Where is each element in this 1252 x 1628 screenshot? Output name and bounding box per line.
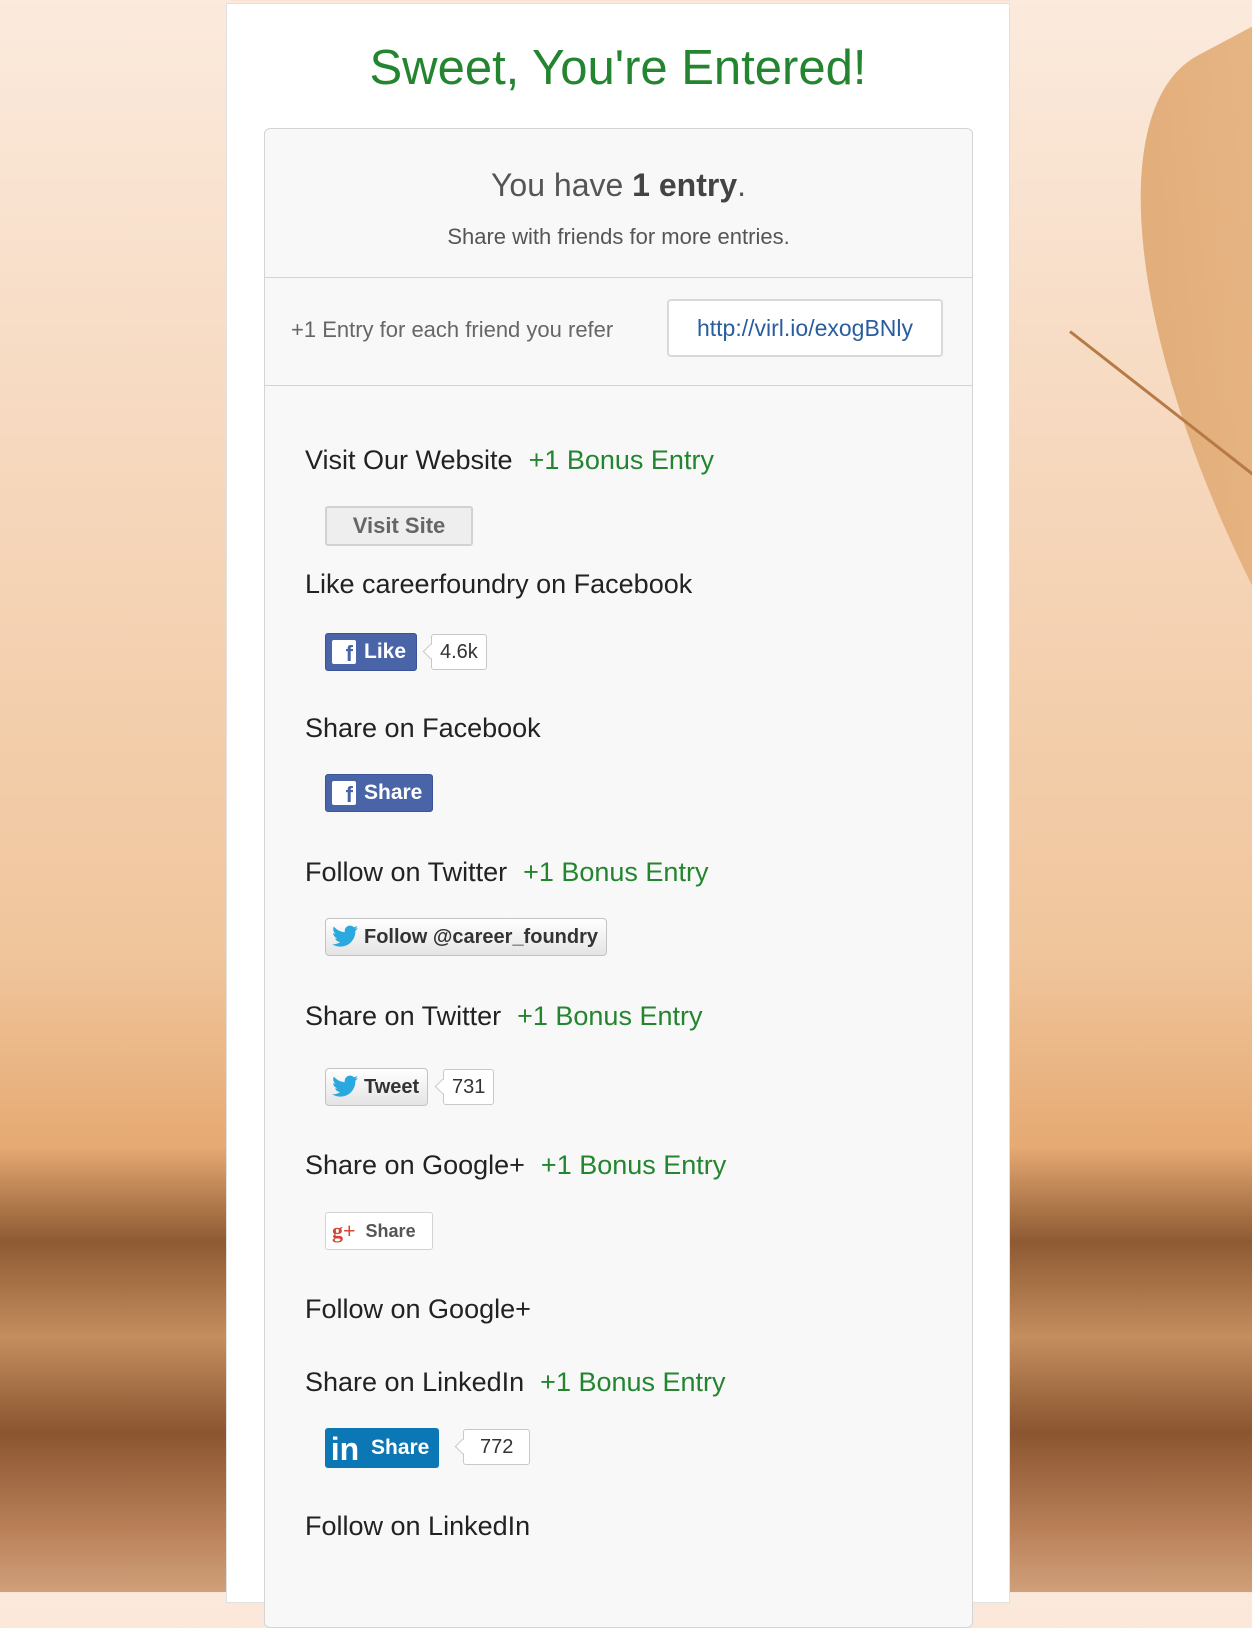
bonus-entry: +1 Bonus Entry bbox=[528, 445, 714, 475]
action-title: Share on Facebook bbox=[305, 713, 541, 743]
action-title: Share on Google+ bbox=[305, 1150, 525, 1180]
twitter-follow-button[interactable]: Follow @career_foundry bbox=[325, 918, 607, 956]
referral-row: +1 Entry for each friend you refer http:… bbox=[265, 277, 972, 386]
visit-site-button[interactable]: Visit Site bbox=[325, 506, 473, 546]
action-googleplus-share-label: Share on Google+ +1 Bonus Entry bbox=[305, 1150, 726, 1181]
entries-panel: You have 1 entry. Share with friends for… bbox=[264, 128, 973, 1628]
facebook-like-button[interactable]: f Like bbox=[325, 633, 418, 671]
twitter-bird-icon bbox=[332, 1075, 358, 1097]
page-title: Sweet, You're Entered! bbox=[369, 41, 867, 95]
action-googleplus-follow-label: Follow on Google+ bbox=[305, 1294, 531, 1325]
referral-link-field[interactable]: http://virl.io/exogBNly bbox=[667, 299, 943, 357]
google-plus-icon: g+ bbox=[332, 1218, 356, 1243]
linkedin-share-button[interactable]: in Share bbox=[325, 1428, 440, 1468]
action-title: Follow on Twitter bbox=[305, 857, 508, 887]
action-facebook-share-label: Share on Facebook bbox=[305, 713, 541, 744]
tweet-button[interactable]: Tweet bbox=[325, 1068, 429, 1106]
action-title: Follow on LinkedIn bbox=[305, 1511, 531, 1541]
entry-count-line: You have 1 entry. bbox=[265, 167, 972, 204]
facebook-icon: f bbox=[332, 781, 356, 805]
entry-count: 1 entry bbox=[632, 167, 738, 203]
action-title: Visit Our Website bbox=[305, 445, 513, 475]
action-linkedin-follow-label: Follow on LinkedIn bbox=[305, 1511, 530, 1542]
twitter-bird-icon bbox=[332, 925, 358, 947]
action-linkedin-share-label: Share on LinkedIn +1 Bonus Entry bbox=[305, 1367, 726, 1398]
entry-subtitle: Share with friends for more entries. bbox=[447, 224, 790, 249]
action-title: Share on Twitter bbox=[305, 1001, 502, 1031]
background-right bbox=[1010, 0, 1252, 1592]
facebook-share-button[interactable]: f Share bbox=[325, 774, 434, 812]
googleplus-share-button[interactable]: g+ Share bbox=[325, 1212, 433, 1250]
googleplus-share-label: Share bbox=[365, 1220, 416, 1241]
facebook-like-count: 4.6k bbox=[431, 634, 487, 670]
action-visit-website-label: Visit Our Website +1 Bonus Entry bbox=[305, 445, 714, 476]
action-twitter-share-label: Share on Twitter +1 Bonus Entry bbox=[305, 1001, 702, 1032]
background-left bbox=[0, 0, 230, 1592]
entry-suffix: . bbox=[737, 167, 746, 203]
action-twitter-follow-label: Follow on Twitter +1 Bonus Entry bbox=[305, 857, 708, 888]
action-facebook-like-label: Like careerfoundry on Facebook bbox=[305, 569, 692, 600]
action-title: Follow on Google+ bbox=[305, 1294, 531, 1324]
facebook-icon: f bbox=[332, 640, 356, 664]
entry-prefix: You have bbox=[491, 167, 624, 203]
tweet-label: Tweet bbox=[364, 1075, 420, 1098]
linkedin-icon: in bbox=[330, 1431, 360, 1467]
linkedin-share-label: Share bbox=[371, 1436, 430, 1459]
linkedin-share-count: 772 bbox=[463, 1429, 531, 1465]
bonus-entry: +1 Bonus Entry bbox=[540, 1150, 727, 1180]
contest-card: Sweet, You're Entered! You have 1 entry.… bbox=[226, 3, 1010, 1628]
bonus-entry: +1 Bonus Entry bbox=[523, 857, 709, 887]
surfboard-image bbox=[1020, 0, 1252, 1122]
entry-summary: You have 1 entry. Share with friends for… bbox=[265, 129, 972, 278]
bonus-entry: +1 Bonus Entry bbox=[517, 1001, 703, 1031]
facebook-like-label: Like bbox=[364, 640, 407, 663]
action-title: Like careerfoundry on Facebook bbox=[305, 569, 693, 599]
twitter-follow-label: Follow @career_foundry bbox=[364, 925, 598, 948]
bonus-entry: +1 Bonus Entry bbox=[540, 1367, 726, 1397]
tweet-count: 731 bbox=[443, 1069, 495, 1105]
action-title: Share on LinkedIn bbox=[305, 1367, 525, 1397]
referral-label: +1 Entry for each friend you refer bbox=[291, 317, 614, 342]
facebook-share-label: Share bbox=[364, 781, 423, 804]
